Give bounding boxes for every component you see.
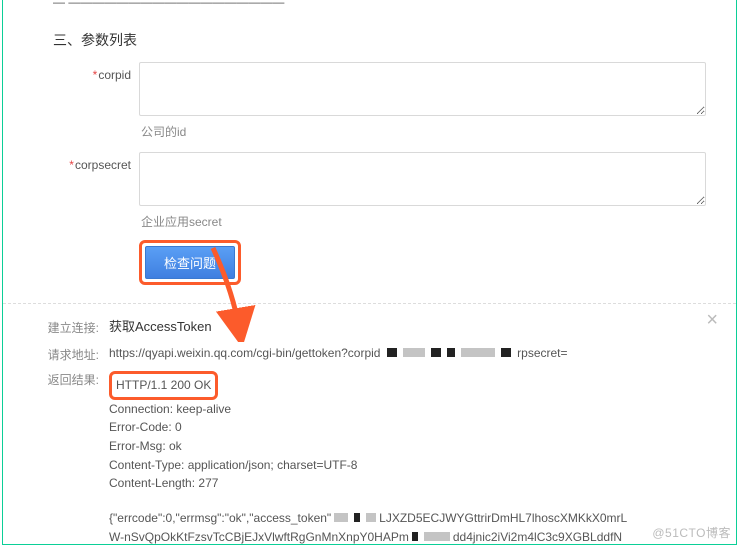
close-icon[interactable]: × [706,310,718,330]
corpid-label: *corpid [3,62,139,148]
corpsecret-input[interactable] [139,152,706,206]
url-value: https://qyapi.weixin.qq.com/cgi-bin/gett… [109,344,708,363]
truncated-prev-section: — —————————————————— [3,0,736,14]
connect-value: 获取AccessToken [109,317,708,338]
corpsecret-label: *corpsecret [3,152,139,238]
corpid-hint: 公司的id [139,119,706,148]
url-label: 请求地址: [31,344,109,363]
corpid-input[interactable] [139,62,706,116]
check-button[interactable]: 检查问题 [145,246,235,279]
http-status-highlight: HTTP/1.1 200 OK [109,371,218,400]
response-json: {"errcode":0,"errmsg":"ok","access_token… [109,509,708,545]
section-divider [3,303,736,304]
response-label: 返回结果: [31,369,109,545]
check-button-highlight: 检查问题 [139,240,241,285]
watermark: @51CTO博客 [652,524,731,541]
corpsecret-hint: 企业应用secret [139,209,706,238]
response-value: HTTP/1.1 200 OK Connection: keep-alive E… [109,371,708,545]
section-three-title: 三、参数列表 [3,14,736,58]
connect-label: 建立连接: [31,317,109,338]
